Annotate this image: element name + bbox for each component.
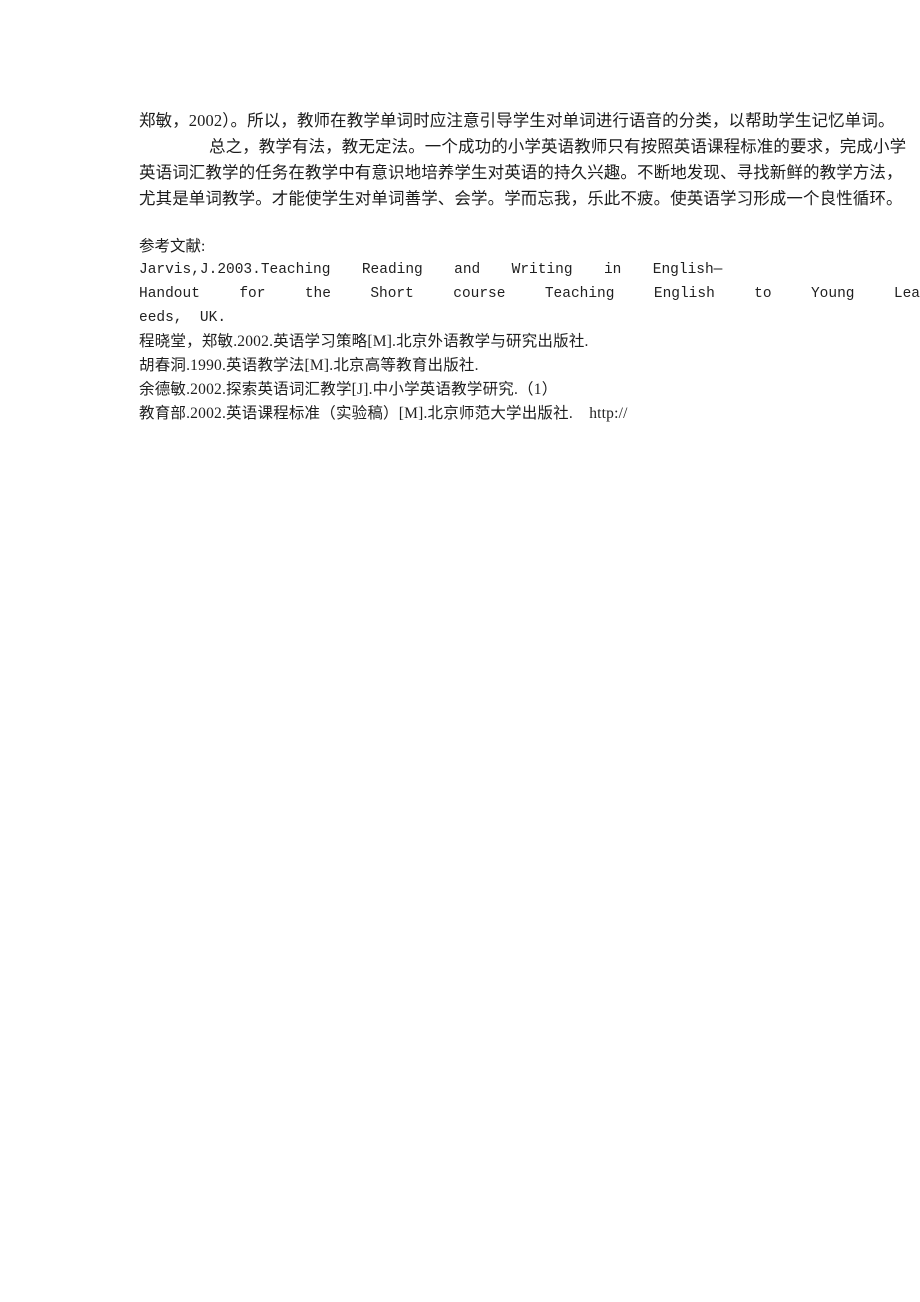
- body-line: 总之，教学有法，教无定法。一个成功的小学英语教师只有按照英语课程标准的要求，完成…: [209, 137, 907, 156]
- body-line: 英语词汇教学的任务在教学中有意识地培养学生对英语的持久兴趣。不断地发现、寻找新鲜…: [139, 163, 903, 182]
- reference-entry: 胡春洞.1990.英语教学法[M].北京高等教育出版社.: [139, 357, 479, 374]
- body-paragraph: 郑敏，2002）。所以，教师在教学单词时应注意引导学生对单词进行语音的分类，以帮…: [139, 108, 920, 212]
- reference-entry: eeds, UK.: [139, 310, 227, 326]
- references-list: Jarvis,J.2003.Teaching Reading and Writi…: [139, 258, 920, 426]
- body-line: 郑敏，2002）。所以，教师在教学单词时应注意引导学生对单词进行语音的分类，以帮…: [139, 111, 895, 130]
- reference-entry: Handout for the Short course Teaching En…: [139, 286, 920, 302]
- reference-entry: 程晓堂，郑敏.2002.英语学习策略[M].北京外语教学与研究出版社.: [139, 333, 589, 350]
- references-heading: 参考文献:: [139, 238, 206, 255]
- reference-entry: Jarvis,J.2003.Teaching Reading and Writi…: [139, 262, 723, 278]
- reference-entry: 教育部.2002.英语课程标准（实验稿）[M].北京师范大学出版社. http:…: [139, 405, 628, 422]
- document-page: 郑敏，2002）。所以，教师在教学单词时应注意引导学生对单词进行语音的分类，以帮…: [0, 0, 920, 1302]
- reference-entry: 余德敏.2002.探索英语词汇教学[J].中小学英语教学研究.（1）: [139, 381, 558, 398]
- body-line: 尤其是单词教学。才能使学生对单词善学、会学。学而忘我，乐此不疲。使英语学习形成一…: [139, 189, 903, 208]
